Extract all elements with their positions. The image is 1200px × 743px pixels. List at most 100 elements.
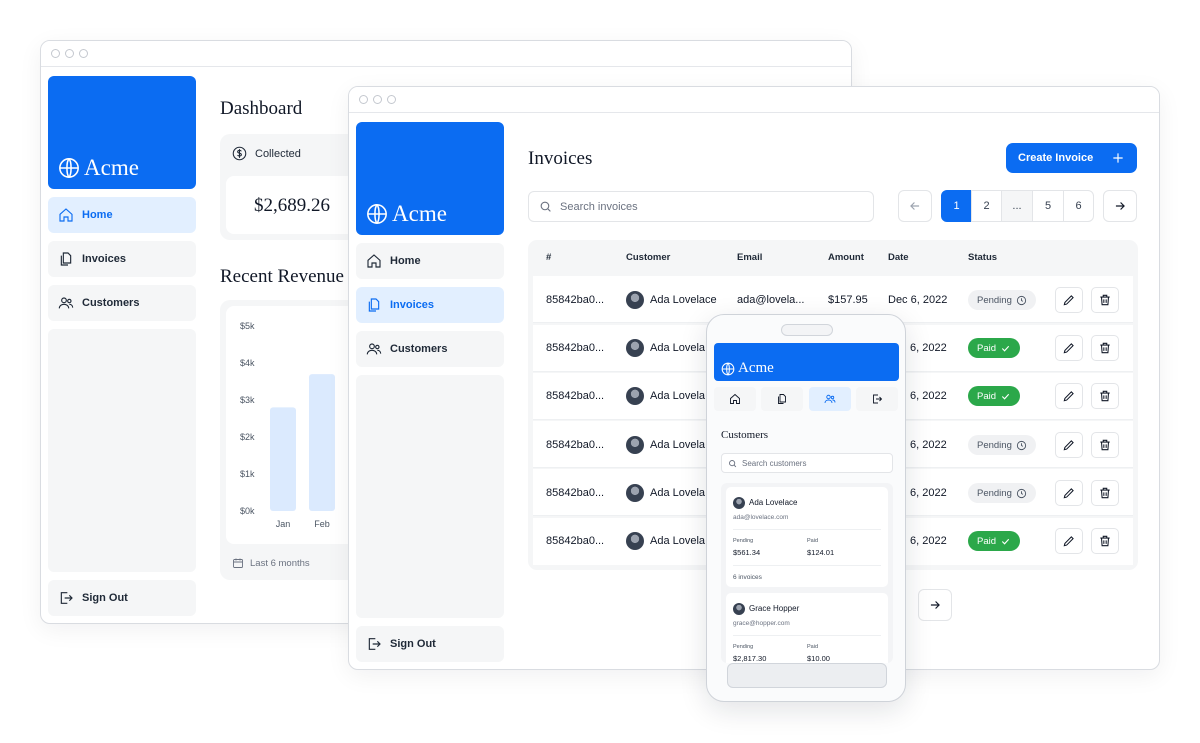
sign-out-icon — [368, 638, 381, 650]
customer-avatar — [733, 497, 745, 509]
status-badge: Pending — [968, 483, 1036, 503]
sign-out-icon — [60, 592, 73, 604]
paid-amount: $10.00 — [807, 654, 830, 663]
edit-button[interactable] — [1055, 480, 1083, 506]
status-badge: Pending — [968, 435, 1036, 455]
invoice-id: 85842ba0... — [546, 535, 605, 547]
brand-name: Acme — [84, 155, 139, 180]
edit-button[interactable] — [1055, 383, 1083, 409]
invoices-sidebar-logo[interactable]: Acme — [356, 122, 504, 235]
arrow-right-icon — [1115, 202, 1125, 210]
sidebar-item-customers[interactable]: Customers — [48, 285, 196, 321]
revenue-chart: $5k $4k $3k $2k $1k $0k Jan Feb — [240, 321, 335, 529]
customer-email: grace@hopper.com — [733, 620, 790, 627]
mobile-nav-home[interactable] — [714, 387, 756, 411]
trash-icon — [1100, 294, 1110, 306]
delete-button[interactable] — [1091, 432, 1119, 458]
arrow-left-icon — [910, 202, 920, 210]
sidebar-item-label: Home — [390, 255, 421, 267]
pagination-page-5[interactable]: 5 — [1032, 190, 1064, 222]
customer-card[interactable]: Ada Lovelace ada@lovelace.com Pending $5… — [726, 487, 888, 587]
pencil-icon — [1063, 488, 1074, 499]
delete-button[interactable] — [1091, 383, 1119, 409]
card-value-box: $2,689.26 — [226, 176, 360, 234]
column-header-status: Status — [968, 252, 998, 263]
pagination-page-2[interactable]: 2 — [971, 190, 1002, 222]
window-control-dot[interactable] — [79, 49, 88, 58]
pagination-page-1[interactable]: 1 — [941, 190, 972, 222]
search-placeholder: Search invoices — [560, 200, 638, 213]
window-control-dot[interactable] — [373, 95, 382, 104]
window-control-dot[interactable] — [51, 49, 60, 58]
dashboard-sidebar-logo[interactable]: Acme — [48, 76, 196, 189]
edit-button[interactable] — [1055, 432, 1083, 458]
home-icon — [367, 254, 381, 268]
paid-amount: $124.01 — [807, 548, 835, 557]
revenue-bar[interactable] — [309, 374, 335, 511]
window-control-dot[interactable] — [359, 95, 368, 104]
column-header-date: Date — [888, 252, 909, 263]
delete-button[interactable] — [1091, 335, 1119, 361]
revenue-chart-panel: $5k $4k $3k $2k $1k $0k Jan Feb — [226, 306, 360, 544]
customer-avatar — [626, 484, 644, 502]
mobile-nav-sign-out[interactable] — [856, 387, 898, 411]
page-title: Dashboard — [220, 98, 303, 119]
calendar-icon — [233, 558, 243, 568]
phone-home-bar[interactable] — [727, 663, 887, 688]
invoice-id: 85842ba0... — [546, 294, 605, 306]
customer-name: Ada Lovelace — [749, 498, 798, 507]
chart-range-label: Last 6 months — [250, 557, 310, 569]
search-placeholder: Search customers — [742, 458, 807, 468]
trash-icon — [1100, 535, 1110, 547]
mobile-header[interactable]: Acme — [714, 343, 899, 381]
dollar-icon — [232, 146, 247, 161]
customer-avatar — [626, 532, 644, 550]
pagination-next-button[interactable] — [1103, 190, 1137, 222]
delete-button[interactable] — [1091, 287, 1119, 313]
search-invoices-input[interactable]: Search invoices — [528, 191, 874, 222]
revenue-bar[interactable] — [270, 407, 296, 511]
edit-button[interactable] — [1055, 335, 1083, 361]
sidebar-item-invoices[interactable]: Invoices — [356, 287, 504, 323]
sidebar-item-label: Customers — [82, 297, 140, 309]
create-invoice-button[interactable]: Create Invoice — [1006, 143, 1137, 173]
sidebar-item-label: Customers — [390, 343, 448, 355]
search-customers-input[interactable]: Search customers — [721, 453, 893, 473]
sign-out-button[interactable]: Sign Out — [356, 626, 504, 662]
mobile-page-title: Customers — [721, 429, 769, 441]
sidebar-item-invoices[interactable]: Invoices — [48, 241, 196, 277]
pending-label: Pending — [733, 538, 754, 544]
x-tick-label: Feb — [314, 519, 330, 529]
sign-out-button[interactable]: Sign Out — [48, 580, 196, 616]
column-header-email: Email — [737, 252, 763, 263]
invoice-date: 6, 2022 — [910, 535, 947, 547]
customer-card[interactable]: Grace Hopper grace@hopper.com Pending $2… — [726, 593, 888, 663]
pagination-page-6[interactable]: 6 — [1063, 190, 1094, 222]
y-tick-label: $5k — [240, 321, 255, 331]
edit-button[interactable] — [1055, 528, 1083, 554]
brand-name: Acme — [738, 360, 774, 376]
pencil-icon — [1063, 343, 1074, 354]
delete-button[interactable] — [1091, 480, 1119, 506]
mobile-nav-customers[interactable] — [809, 387, 851, 411]
pending-amount: $2,817.30 — [733, 654, 767, 663]
sidebar-item-customers[interactable]: Customers — [356, 331, 504, 367]
sidebar-item-home[interactable]: Home — [48, 197, 196, 233]
trash-icon — [1100, 439, 1110, 451]
sidebar-item-home[interactable]: Home — [356, 243, 504, 279]
sign-out-label: Sign Out — [82, 592, 128, 604]
status-badge: Pending — [968, 290, 1036, 310]
customer-name: Grace Hopper — [749, 604, 800, 613]
window-control-dot[interactable] — [387, 95, 396, 104]
bottom-pagination-next-button[interactable] — [918, 589, 952, 621]
window-control-dot[interactable] — [65, 49, 74, 58]
pagination-prev-button[interactable] — [898, 190, 932, 222]
delete-button[interactable] — [1091, 528, 1119, 554]
users-icon — [366, 343, 382, 355]
mobile-nav-invoices[interactable] — [761, 387, 803, 411]
paid-label: Paid — [807, 538, 819, 544]
card-label: Collected — [255, 147, 301, 160]
status-label: Pending — [977, 439, 1012, 451]
edit-button[interactable] — [1055, 287, 1083, 313]
column-header-customer: Customer — [626, 252, 671, 263]
